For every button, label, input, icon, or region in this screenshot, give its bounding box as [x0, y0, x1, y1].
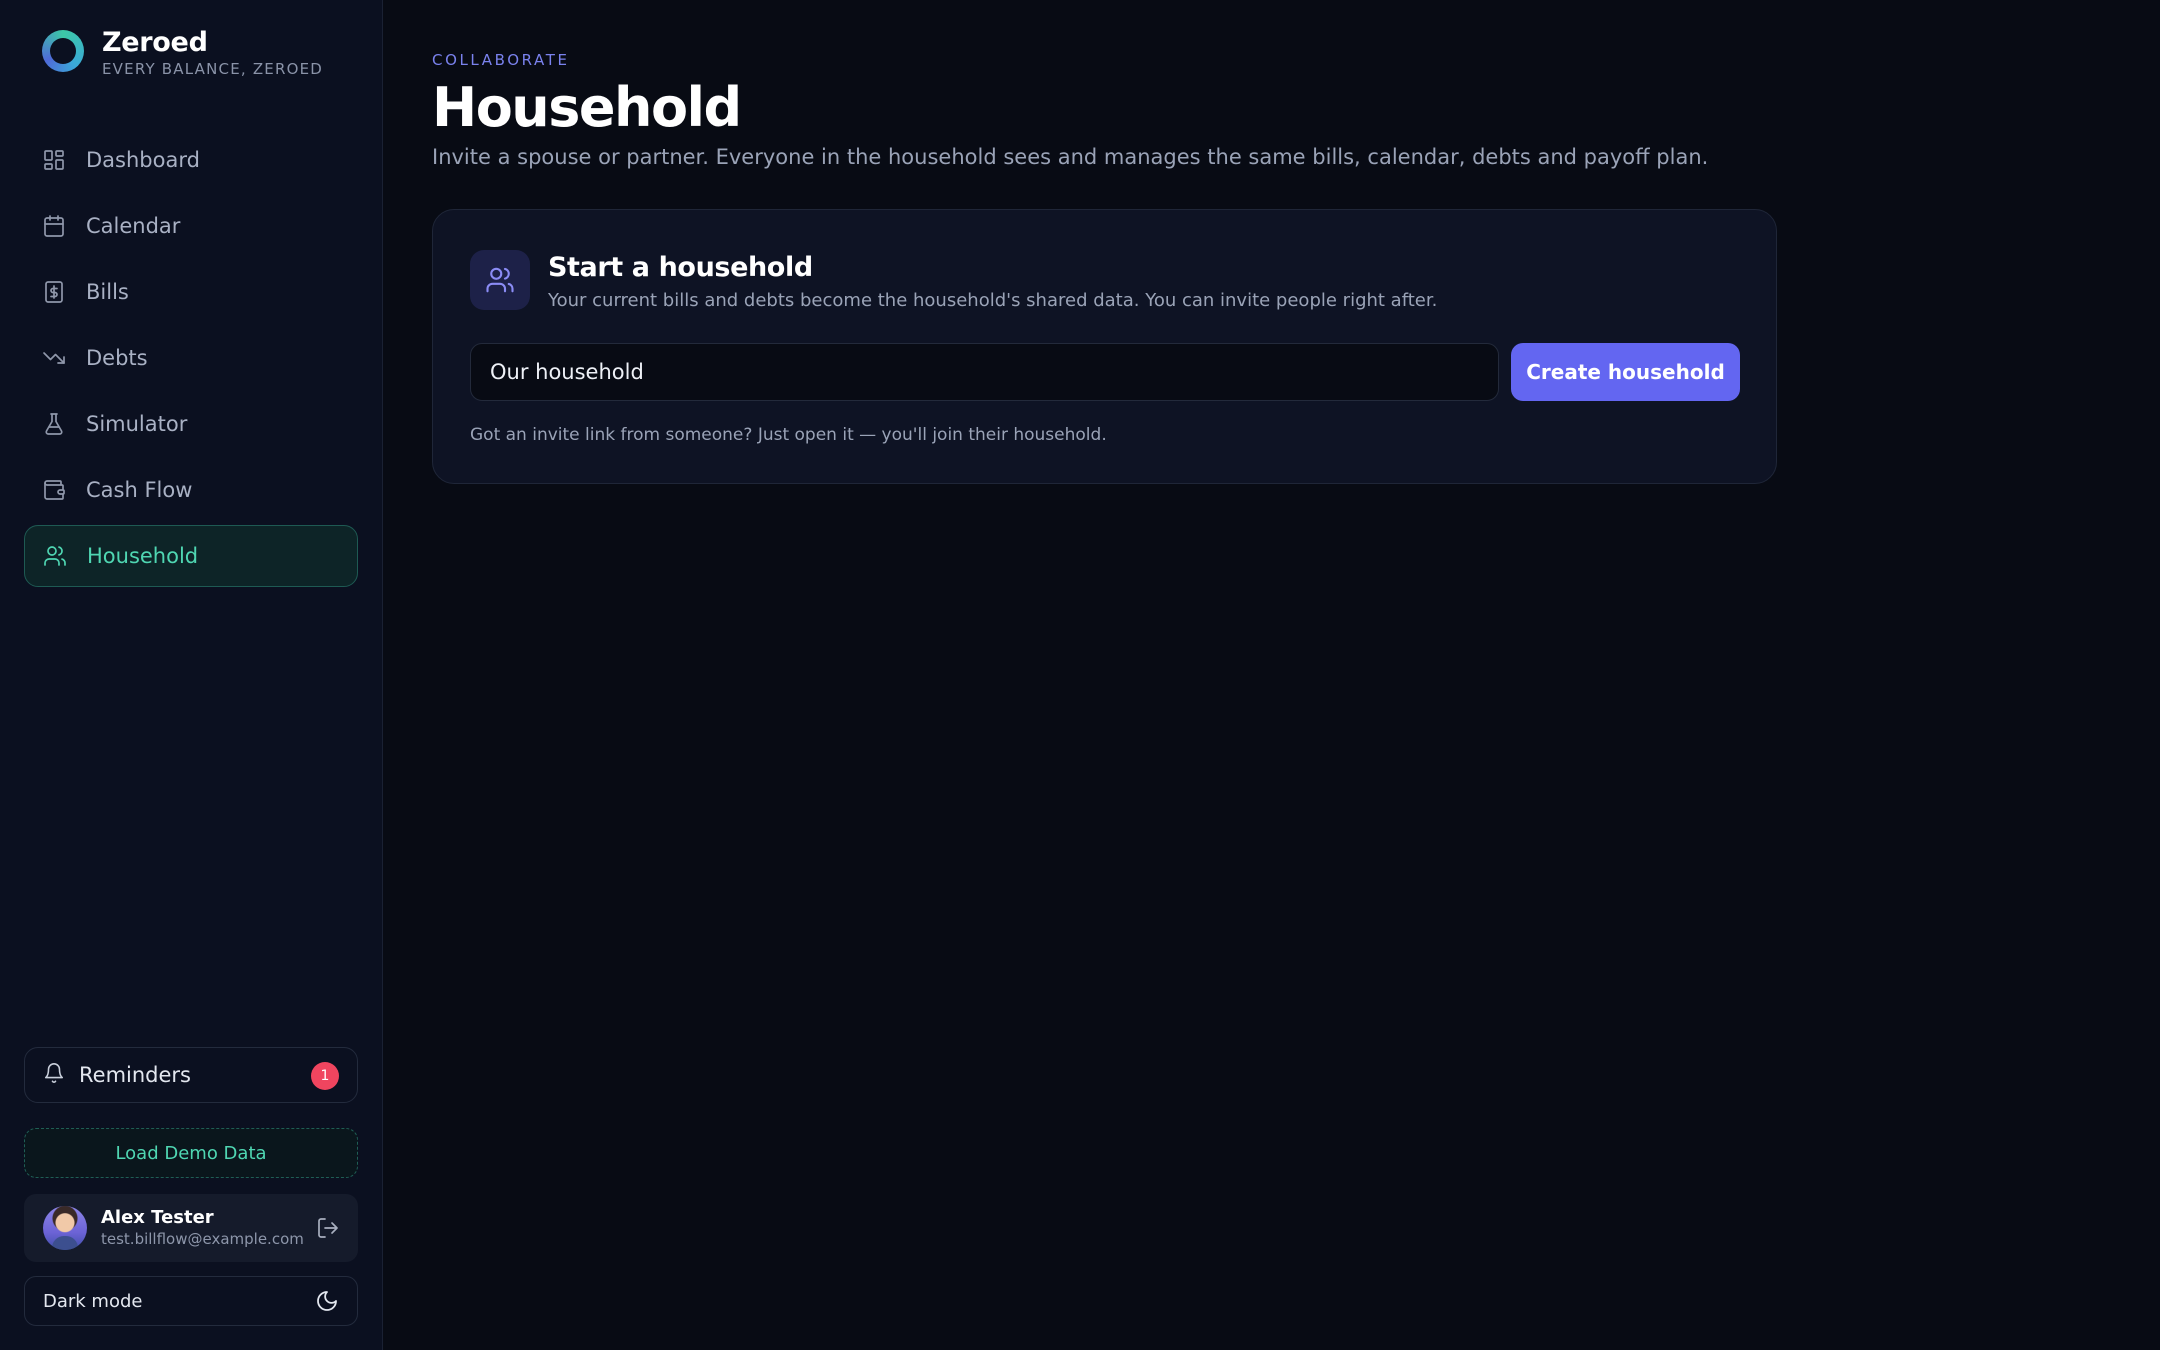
sidebar-item-household[interactable]: Household — [24, 525, 358, 587]
sidebar-item-label: Household — [87, 544, 199, 568]
page-subtitle: Invite a spouse or partner. Everyone in … — [432, 145, 1709, 169]
user-email: test.billflow@example.com — [101, 1230, 304, 1248]
bell-icon — [43, 1062, 65, 1088]
start-household-card: Start a household Your current bills and… — [432, 209, 1777, 484]
card-description: Your current bills and debts become the … — [548, 290, 1438, 311]
calendar-icon — [42, 214, 66, 238]
invite-hint: Got an invite link from someone? Just op… — [470, 425, 1107, 445]
user-card: Alex Tester test.billflow@example.com — [24, 1194, 358, 1262]
brand-tagline: EVERY BALANCE, ZEROED — [102, 60, 324, 78]
sidebar-item-cash-flow[interactable]: Cash Flow — [24, 459, 358, 521]
sidebar-item-label: Dashboard — [86, 148, 200, 172]
dark-mode-toggle[interactable]: Dark mode — [24, 1276, 358, 1326]
sidebar: Zeroed EVERY BALANCE, ZEROED Dashboard C… — [0, 0, 383, 1350]
sidebar-item-label: Bills — [86, 280, 129, 304]
sidebar-item-label: Debts — [86, 346, 148, 370]
sidebar-item-label: Calendar — [86, 214, 181, 238]
trending-down-icon — [42, 346, 66, 370]
card-title: Start a household — [548, 252, 813, 283]
sidebar-item-simulator[interactable]: Simulator — [24, 393, 358, 455]
reminders-label: Reminders — [79, 1063, 191, 1087]
create-household-button[interactable]: Create household — [1511, 343, 1740, 401]
page-eyebrow: COLLABORATE — [432, 51, 570, 69]
sidebar-nav: Dashboard Calendar Bills Debts Simulator — [24, 129, 358, 591]
reminders-button[interactable]: Reminders 1 — [24, 1047, 358, 1103]
users-icon — [470, 250, 530, 310]
sidebar-item-calendar[interactable]: Calendar — [24, 195, 358, 257]
brand-name: Zeroed — [102, 27, 208, 58]
household-name-input[interactable] — [470, 343, 1499, 401]
dark-mode-label: Dark mode — [43, 1290, 143, 1312]
dashboard-icon — [42, 148, 66, 172]
load-demo-data-button[interactable]: Load Demo Data — [24, 1128, 358, 1178]
sidebar-item-label: Simulator — [86, 412, 188, 436]
wallet-icon — [42, 478, 66, 502]
reminders-count-badge: 1 — [311, 1062, 339, 1090]
flask-icon — [42, 412, 66, 436]
user-name: Alex Tester — [101, 1207, 214, 1228]
sidebar-item-label: Cash Flow — [86, 478, 193, 502]
avatar — [43, 1206, 87, 1250]
logout-icon[interactable] — [316, 1216, 340, 1244]
page-title: Household — [432, 76, 742, 139]
users-icon — [43, 544, 67, 568]
brand[interactable]: Zeroed EVERY BALANCE, ZEROED — [42, 28, 323, 78]
zeroed-logo-icon — [42, 30, 84, 72]
sidebar-item-dashboard[interactable]: Dashboard — [24, 129, 358, 191]
sidebar-item-debts[interactable]: Debts — [24, 327, 358, 389]
moon-icon — [315, 1289, 339, 1318]
bills-icon — [42, 280, 66, 304]
sidebar-item-bills[interactable]: Bills — [24, 261, 358, 323]
